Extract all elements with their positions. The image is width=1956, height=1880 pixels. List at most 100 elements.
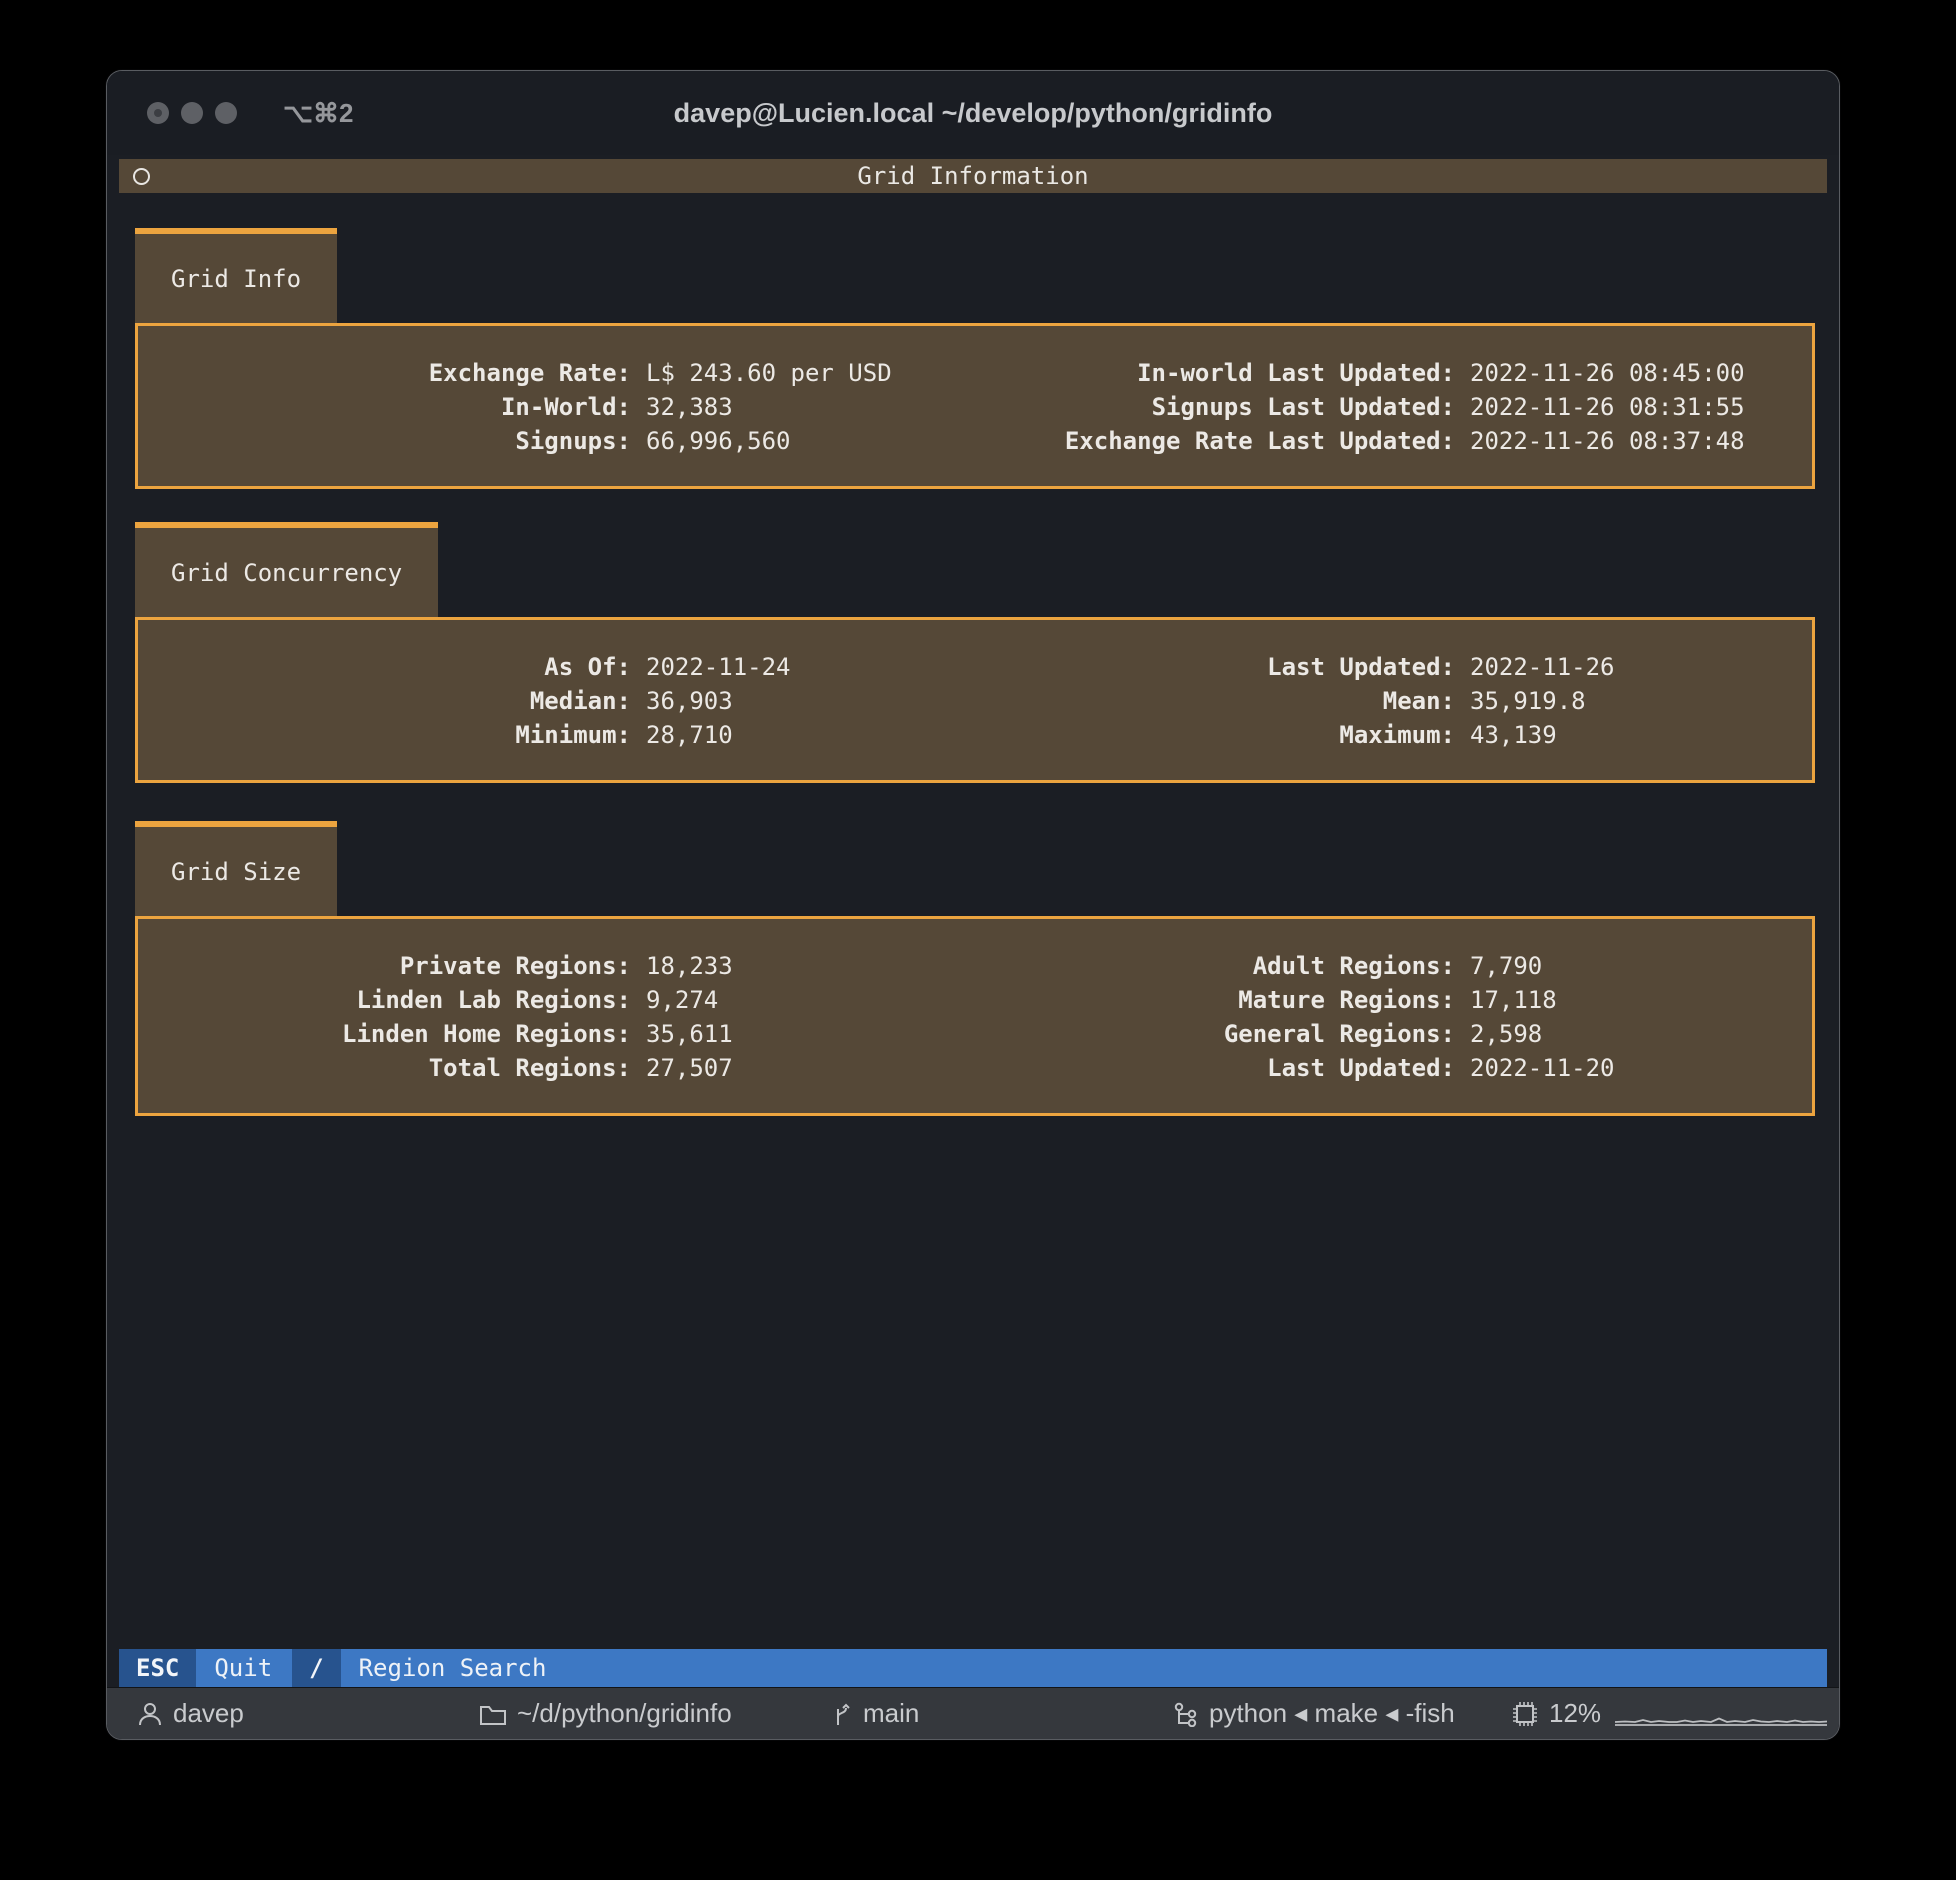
tab-grid-size: Grid Size <box>135 821 337 916</box>
field-label: Median: <box>138 684 631 718</box>
data-row: Minimum: 28,710 <box>138 718 975 752</box>
window-title: davep@Lucien.local ~/develop/python/grid… <box>107 71 1839 155</box>
app-body: Grid Info Exchange Rate: L$ 243.60 per U… <box>107 193 1839 1649</box>
data-row: Linden Lab Regions: 9,274 <box>138 983 975 1017</box>
key-esc[interactable]: ESC <box>119 1649 196 1687</box>
statusbar-user: davep <box>137 1688 244 1739</box>
data-row: Last Updated: 2022-11-20 <box>975 1051 1812 1085</box>
section-grid-info: Grid Info Exchange Rate: L$ 243.60 per U… <box>135 228 1815 489</box>
data-row: Private Regions: 18,233 <box>138 949 975 983</box>
field-value: 17,118 <box>1455 983 1812 1017</box>
cpu-sparkline <box>1615 1699 1827 1729</box>
terminal-statusbar: davep ~/d/python/gridinfo main pytho <box>107 1687 1839 1739</box>
field-label: In-world Last Updated: <box>975 356 1455 390</box>
grid-concurrency-left-column: As Of: 2022-11-24 Median: 36,903 Minimum… <box>138 650 975 752</box>
field-label: Private Regions: <box>138 949 631 983</box>
field-value: 35,919.8 <box>1455 684 1812 718</box>
data-row: Signups Last Updated: 2022-11-26 08:31:5… <box>975 390 1812 424</box>
field-value: 32,383 <box>631 390 975 424</box>
footer-binding-quit[interactable]: ESC Quit <box>119 1649 292 1687</box>
grid-info-panel: Exchange Rate: L$ 243.60 per USD In-Worl… <box>135 323 1815 489</box>
statusbar-git-branch: main <box>831 1688 919 1739</box>
field-value: 18,233 <box>631 949 975 983</box>
statusbar-cwd-label: ~/d/python/gridinfo <box>517 1698 732 1729</box>
field-label: Last Updated: <box>975 650 1455 684</box>
field-label: Exchange Rate Last Updated: <box>975 424 1455 458</box>
field-label: Linden Lab Regions: <box>138 983 631 1017</box>
grid-concurrency-panel: As Of: 2022-11-24 Median: 36,903 Minimum… <box>135 617 1815 783</box>
field-label: Signups: <box>138 424 631 458</box>
data-row: As Of: 2022-11-24 <box>138 650 975 684</box>
data-row: Maximum: 43,139 <box>975 718 1812 752</box>
field-value: 2022-11-26 08:31:55 <box>1455 390 1812 424</box>
statusbar-processes: python ◂ make ◂ -fish <box>1173 1688 1455 1739</box>
field-label: Signups Last Updated: <box>975 390 1455 424</box>
statusbar-user-label: davep <box>173 1698 244 1729</box>
field-label: Linden Home Regions: <box>138 1017 631 1051</box>
field-value: 9,274 <box>631 983 975 1017</box>
data-row: Signups: 66,996,560 <box>138 424 975 458</box>
key-slash[interactable]: / <box>292 1649 340 1687</box>
field-label: Mean: <box>975 684 1455 718</box>
data-row: Mature Regions: 17,118 <box>975 983 1812 1017</box>
tab-grid-info: Grid Info <box>135 228 337 323</box>
field-value: 35,611 <box>631 1017 975 1051</box>
field-label: General Regions: <box>975 1017 1455 1051</box>
app-header: Grid Information <box>119 159 1827 193</box>
data-row: Mean: 35,919.8 <box>975 684 1812 718</box>
field-value: 36,903 <box>631 684 975 718</box>
action-quit[interactable]: Quit <box>196 1649 292 1687</box>
field-label: Adult Regions: <box>975 949 1455 983</box>
folder-icon <box>479 1701 507 1727</box>
grid-concurrency-right-column: Last Updated: 2022-11-26 Mean: 35,919.8 … <box>975 650 1812 752</box>
data-row: Adult Regions: 7,790 <box>975 949 1812 983</box>
section-grid-size: Grid Size Private Regions: 18,233 Linden… <box>135 821 1815 1116</box>
grid-size-left-column: Private Regions: 18,233 Linden Lab Regio… <box>138 949 975 1085</box>
screenshot-canvas: ⌥⌘2 davep@Lucien.local ~/develop/python/… <box>0 0 1956 1880</box>
field-value: 66,996,560 <box>631 424 975 458</box>
field-label: As Of: <box>138 650 631 684</box>
data-row: General Regions: 2,598 <box>975 1017 1812 1051</box>
grid-info-right-column: In-world Last Updated: 2022-11-26 08:45:… <box>975 356 1812 458</box>
git-branch-icon <box>831 1701 853 1727</box>
field-value: 43,139 <box>1455 718 1812 752</box>
statusbar-cwd: ~/d/python/gridinfo <box>479 1688 732 1739</box>
field-label: Minimum: <box>138 718 631 752</box>
grid-size-right-column: Adult Regions: 7,790 Mature Regions: 17,… <box>975 949 1812 1085</box>
grid-info-left-column: Exchange Rate: L$ 243.60 per USD In-Worl… <box>138 356 975 458</box>
field-label: Maximum: <box>975 718 1455 752</box>
field-label: Exchange Rate: <box>138 356 631 390</box>
app-footer: ESC Quit / Region Search <box>119 1649 1827 1687</box>
footer-binding-region-search[interactable]: / Region Search <box>292 1649 566 1687</box>
field-value: 2022-11-26 08:45:00 <box>1455 356 1812 390</box>
statusbar-cpu: 12% <box>1511 1688 1601 1739</box>
field-value: L$ 243.60 per USD <box>631 356 975 390</box>
section-grid-concurrency: Grid Concurrency As Of: 2022-11-24 Media… <box>135 522 1815 783</box>
action-region-search[interactable]: Region Search <box>341 1649 567 1687</box>
data-row: Last Updated: 2022-11-26 <box>975 650 1812 684</box>
data-row: Linden Home Regions: 35,611 <box>138 1017 975 1051</box>
tab-grid-concurrency: Grid Concurrency <box>135 522 438 617</box>
data-row: In-World: 32,383 <box>138 390 975 424</box>
window-titlebar: ⌥⌘2 davep@Lucien.local ~/develop/python/… <box>107 71 1839 155</box>
app-title: Grid Information <box>119 162 1827 190</box>
terminal-window: ⌥⌘2 davep@Lucien.local ~/develop/python/… <box>106 70 1840 1740</box>
field-value: 7,790 <box>1455 949 1812 983</box>
person-icon <box>137 1701 163 1727</box>
header-circle-icon[interactable] <box>133 168 150 185</box>
grid-size-panel: Private Regions: 18,233 Linden Lab Regio… <box>135 916 1815 1116</box>
cpu-chip-icon <box>1511 1700 1539 1728</box>
data-row: Total Regions: 27,507 <box>138 1051 975 1085</box>
field-value: 2,598 <box>1455 1017 1812 1051</box>
data-row: Exchange Rate: L$ 243.60 per USD <box>138 356 975 390</box>
statusbar-cpu-graph <box>1615 1688 1827 1739</box>
data-row: In-world Last Updated: 2022-11-26 08:45:… <box>975 356 1812 390</box>
statusbar-processes-label: python ◂ make ◂ -fish <box>1209 1698 1455 1729</box>
field-value: 28,710 <box>631 718 975 752</box>
field-value: 2022-11-20 <box>1455 1051 1812 1085</box>
data-row: Exchange Rate Last Updated: 2022-11-26 0… <box>975 424 1812 458</box>
empty-terminal-area <box>135 1116 1815 1649</box>
field-value: 2022-11-26 08:37:48 <box>1455 424 1812 458</box>
data-row: Median: 36,903 <box>138 684 975 718</box>
field-value: 27,507 <box>631 1051 975 1085</box>
